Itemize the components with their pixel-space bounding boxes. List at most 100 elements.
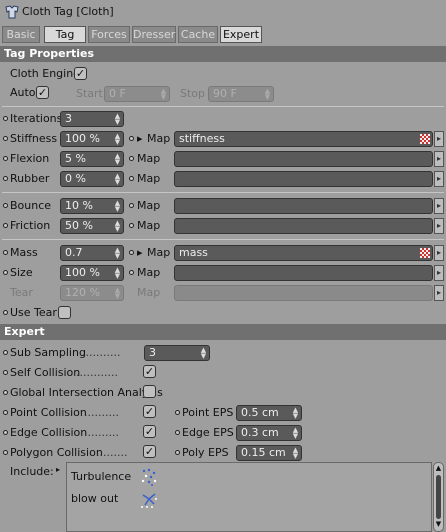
spinner-arrows-icon[interactable]: ▲ ▼ [114,267,121,280]
tear-field[interactable]: 120 % ▲ ▼ [60,285,124,301]
animation-dot-icon[interactable] [3,390,8,395]
animation-dot-icon[interactable] [129,223,134,228]
spinner-arrows-icon[interactable]: ▲ ▼ [114,287,121,300]
expand-triangle-icon[interactable]: ▸ [137,246,143,260]
window-title: Cloth Tag [Cloth] [22,5,114,18]
tab-forces[interactable]: Forces [88,26,130,43]
tab-expert[interactable]: Expert [220,26,262,43]
scroll-down-icon[interactable]: ▼ [435,521,442,528]
map-arrow-button[interactable]: ▸ [434,218,444,234]
map-arrow-button[interactable]: ▸ [434,151,444,167]
use-tear-checkbox[interactable] [58,306,71,319]
mass-field[interactable]: 0.7 ▲ ▼ [60,245,124,261]
animation-dot-icon[interactable] [3,370,8,375]
spinner-arrows-icon[interactable]: ▲ ▼ [114,220,121,233]
tab-cache[interactable]: Cache [178,26,218,43]
self-collision-checkbox[interactable]: ✓ [143,365,156,378]
cloth-engine-checkbox[interactable]: ✓ [74,67,87,80]
expand-triangle-icon[interactable]: ▸ [137,132,143,146]
friction-field[interactable]: 50 % ▲ ▼ [60,218,124,234]
animation-dot-icon[interactable] [175,430,180,435]
spinner-arrows-icon[interactable]: ▲ ▼ [160,88,167,101]
map-arrow-button[interactable]: ▸ [434,198,444,214]
animation-dot-icon[interactable] [3,410,8,415]
sub-sampling-field[interactable]: 3 ▲ ▼ [144,345,210,361]
auto-checkbox[interactable]: ✓ [36,86,49,99]
animation-dot-icon[interactable] [129,176,134,181]
spinner-arrows-icon[interactable]: ▲ ▼ [114,153,121,166]
animation-dot-icon[interactable] [3,176,8,181]
edge-eps-field[interactable]: 0.3 cm ▲ ▼ [236,425,302,441]
animation-dot-icon[interactable] [129,270,134,275]
include-scrollbar[interactable]: ▲ ▼ [433,462,444,532]
animation-dot-icon[interactable] [129,136,134,141]
poly-eps-field[interactable]: 0.15 cm ▲ ▼ [236,445,302,461]
stiffness-field[interactable]: 100 % ▲ ▼ [60,131,124,147]
spinner-arrows-icon[interactable]: ▲ ▼ [292,427,299,440]
spinner-arrows-icon[interactable]: ▲ ▼ [114,113,121,126]
spinner-arrows-icon[interactable]: ▲ ▼ [292,407,299,420]
animation-dot-icon[interactable] [3,136,8,141]
stop-field[interactable]: 90 F ▲ ▼ [208,86,274,102]
animation-dot-icon[interactable] [175,450,180,455]
animation-dot-icon[interactable] [3,450,8,455]
animation-dot-icon[interactable] [3,430,8,435]
divider [2,106,444,107]
mass-map-field[interactable]: mass [174,245,433,261]
map-arrow-button[interactable]: ▸ [434,265,444,281]
spinner-arrows-icon[interactable]: ▲ ▼ [264,88,271,101]
list-item[interactable]: blow out [69,489,169,509]
size-map-field[interactable] [174,265,433,281]
tab-basic[interactable]: Basic [2,26,40,43]
rubber-field[interactable]: 0 % ▲ ▼ [60,171,124,187]
bounce-field[interactable]: 10 % ▲ ▼ [60,198,124,214]
map-arrow-button[interactable]: ▸ [434,171,444,187]
animation-dot-icon[interactable] [3,250,8,255]
animation-dot-icon[interactable] [129,250,134,255]
spinner-arrows-icon[interactable]: ▲ ▼ [114,200,121,213]
iterations-field[interactable]: 3 ▲ ▼ [60,111,124,127]
rubber-map-field[interactable] [174,171,433,187]
leader-dots: ........... [82,346,121,359]
scroll-up-icon[interactable]: ▲ [435,465,442,472]
point-eps-field[interactable]: 0.5 cm ▲ ▼ [236,405,302,421]
spinner-arrows-icon[interactable]: ▲ ▼ [114,133,121,146]
animation-dot-icon[interactable] [3,310,8,315]
animation-dot-icon[interactable] [3,350,8,355]
spinner-arrows-icon[interactable]: ▲ ▼ [114,247,121,260]
point-collision-checkbox[interactable]: ✓ [143,405,156,418]
animation-dot-icon[interactable] [3,203,8,208]
spinner-arrows-icon[interactable]: ▲ ▼ [292,447,299,460]
polygon-collision-checkbox[interactable]: ✓ [143,445,156,458]
tear-map-field[interactable] [174,285,433,301]
edge-eps-value: 0.3 cm [241,426,279,439]
include-list[interactable]: Turbulence blow out [66,462,432,532]
animation-dot-icon[interactable] [129,203,134,208]
friction-map-field[interactable] [174,218,433,234]
start-field[interactable]: 0 F ▲ ▼ [104,86,170,102]
global-intersection-checkbox[interactable] [143,385,156,398]
flexion-field[interactable]: 5 % ▲ ▼ [60,151,124,167]
animation-dot-icon[interactable] [3,116,8,121]
tab-tag[interactable]: Tag [44,26,86,43]
animation-dot-icon[interactable] [3,223,8,228]
expand-triangle-icon[interactable]: ▸ [56,463,60,477]
map-arrow-button[interactable]: ▸ [434,131,444,147]
stiffness-map-field[interactable]: stiffness [174,131,433,147]
scroll-thumb[interactable] [436,475,441,519]
map-arrow-button[interactable]: ▸ [434,245,444,261]
flexion-map-field[interactable] [174,151,433,167]
map-arrow-button[interactable]: ▸ [434,285,444,301]
animation-dot-icon[interactable] [175,410,180,415]
tab-dresser[interactable]: Dresser [132,26,176,43]
leader-dots: ......... [96,446,128,459]
bounce-map-field[interactable] [174,198,433,214]
edge-collision-checkbox[interactable]: ✓ [143,425,156,438]
animation-dot-icon[interactable] [3,270,8,275]
animation-dot-icon[interactable] [129,156,134,161]
spinner-arrows-icon[interactable]: ▲ ▼ [200,347,207,360]
spinner-arrows-icon[interactable]: ▲ ▼ [114,173,121,186]
size-field[interactable]: 100 % ▲ ▼ [60,265,124,281]
animation-dot-icon[interactable] [3,156,8,161]
list-item[interactable]: Turbulence [69,467,169,487]
